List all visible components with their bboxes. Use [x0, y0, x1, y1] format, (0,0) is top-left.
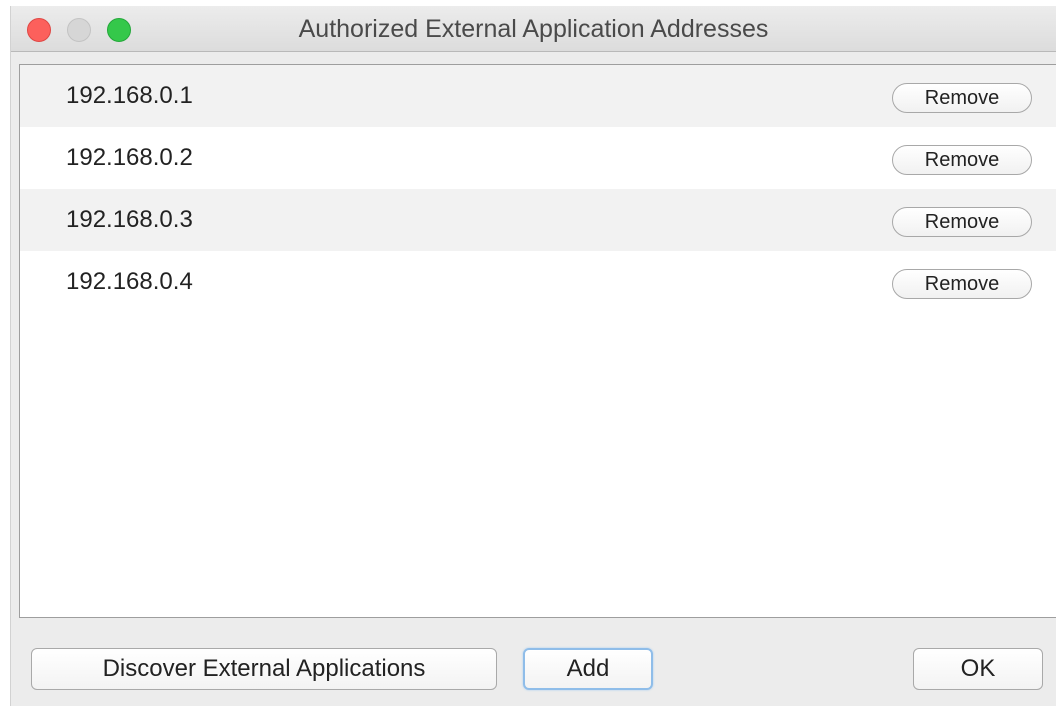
address-text: 192.168.0.1: [66, 82, 193, 109]
window-title: Authorized External Application Addresse…: [298, 15, 769, 43]
remove-button[interactable]: Remove: [892, 83, 1032, 113]
discover-external-applications-button[interactable]: Discover External Applications: [31, 648, 497, 690]
address-row[interactable]: 192.168.0.1 Remove: [20, 65, 1056, 127]
dialog-window: Authorized External Application Addresse…: [10, 6, 1056, 706]
address-text: 192.168.0.3: [66, 206, 193, 233]
address-row[interactable]: 192.168.0.4 Remove: [20, 251, 1056, 313]
address-text: 192.168.0.2: [66, 144, 193, 171]
address-text: 192.168.0.4: [66, 268, 193, 295]
remove-button[interactable]: Remove: [892, 207, 1032, 237]
remove-button[interactable]: Remove: [892, 145, 1032, 175]
address-row[interactable]: 192.168.0.3 Remove: [20, 189, 1056, 251]
address-row[interactable]: 192.168.0.2 Remove: [20, 127, 1056, 189]
address-list: 192.168.0.1 Remove 192.168.0.2 Remove 19…: [19, 64, 1056, 618]
ok-button[interactable]: OK: [913, 648, 1043, 690]
title-bar[interactable]: Authorized External Application Addresse…: [11, 6, 1056, 52]
add-button[interactable]: Add: [523, 648, 653, 690]
remove-button[interactable]: Remove: [892, 269, 1032, 299]
